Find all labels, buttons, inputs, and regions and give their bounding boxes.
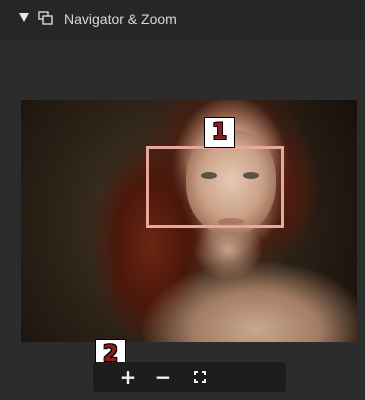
zoom-toolbar: + −: [93, 362, 286, 392]
panel-header[interactable]: Navigator & Zoom: [0, 0, 365, 40]
fit-to-screen-button[interactable]: [185, 362, 215, 392]
navigator-icon: [38, 11, 53, 25]
zoom-out-button[interactable]: −: [148, 362, 178, 392]
zoom-viewport-rectangle[interactable]: [146, 146, 284, 228]
callout-marker-1: 1: [204, 117, 235, 148]
zoom-in-button[interactable]: +: [113, 362, 143, 392]
fit-screen-icon: [194, 371, 206, 383]
panel-title: Navigator & Zoom: [64, 11, 177, 27]
collapse-triangle-icon[interactable]: [19, 13, 29, 22]
